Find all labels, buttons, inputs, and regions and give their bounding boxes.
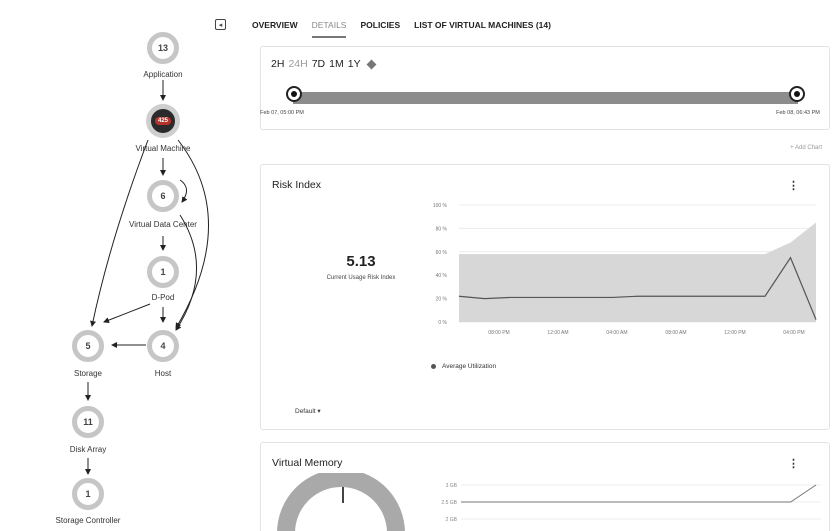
range-7d[interactable]: 7D: [312, 58, 325, 70]
risk-chart-y-axis: 100 % 80 % 60 % 40 % 20 % 0 %: [433, 203, 448, 326]
risk-capacity-band: [459, 222, 816, 322]
range-1m[interactable]: 1M: [329, 58, 344, 70]
virtual-memory-line: [461, 484, 817, 503]
time-start-label: Feb 07, 05:00 PM: [260, 110, 304, 116]
virtual-data-center-node[interactable]: 6: [147, 180, 179, 212]
virtual-machine-label: Virtual Machine: [135, 144, 191, 153]
virtual-memory-donut: [277, 473, 405, 531]
storage-controller-label: Storage Controller: [55, 516, 121, 525]
host-node[interactable]: 4: [147, 330, 179, 362]
virtual-memory-title: Virtual Memory: [272, 457, 343, 469]
risk-chart-x-axis: 08:00 PM 12:00 AM 04:00 AM 08:00 AM 12:00 PM…: [488, 330, 804, 336]
host-count: 4: [160, 341, 166, 351]
y-tick-label: 3 GB: [446, 483, 458, 489]
tab-list-of-virtual-machines[interactable]: LIST OF VIRTUAL MACHINES (14): [414, 20, 551, 38]
chevron-left-icon: ◂: [218, 21, 223, 29]
disk-array-label: Disk Array: [69, 445, 107, 454]
y-tick-label: 40 %: [436, 273, 448, 279]
time-range-selector: 2H 24H 7D 1M 1Y: [271, 58, 377, 70]
y-tick-label: 2 GB: [446, 517, 458, 523]
virtual-memory-card: Virtual Memory ⋮ 3 GB 2.5 GB 2 GB: [260, 442, 830, 531]
time-end-label: Feb 08, 06:43 PM: [776, 110, 820, 116]
kebab-icon[interactable]: ⋮: [788, 179, 799, 192]
storage-controller-node[interactable]: 1: [72, 478, 104, 510]
legend-average-utilization: Average Utilization: [442, 363, 497, 370]
disk-array-node[interactable]: 11: [72, 406, 104, 438]
default-dropdown[interactable]: Default ▾: [295, 407, 321, 415]
kebab-icon[interactable]: ⋮: [788, 457, 799, 470]
custom-range-icon[interactable]: [366, 59, 377, 69]
x-tick-label: 12:00 AM: [547, 330, 568, 336]
risk-index-card: Risk Index ⋮ 5.13 Current Usage Risk Ind…: [260, 164, 830, 430]
x-tick-label: 04:00 AM: [606, 330, 627, 336]
d-pod-node[interactable]: 1: [147, 256, 179, 288]
storage-node[interactable]: 5: [72, 330, 104, 362]
x-tick-label: 08:00 PM: [488, 330, 509, 336]
y-tick-label: 2.5 GB: [441, 500, 457, 506]
time-slider-track[interactable]: [293, 92, 798, 104]
range-2h[interactable]: 2H: [271, 58, 284, 70]
x-tick-label: 04:00 PM: [783, 330, 804, 336]
y-tick-label: 0 %: [438, 320, 447, 326]
d-pod-label: D-Pod: [151, 293, 175, 302]
tab-overview[interactable]: OVERVIEW: [252, 20, 298, 38]
d-pod-count: 1: [160, 267, 166, 277]
legend-dot-icon: [431, 364, 436, 369]
virtual-memory-y-axis: 3 GB 2.5 GB 2 GB: [441, 483, 821, 523]
virtual-memory-chart: 3 GB 2.5 GB 2 GB: [277, 473, 821, 531]
virtual-data-center-label: Virtual Data Center: [129, 220, 197, 229]
range-1y[interactable]: 1Y: [348, 58, 361, 70]
x-tick-label: 12:00 PM: [724, 330, 745, 336]
time-slider-start-handle[interactable]: [286, 86, 302, 102]
range-24h[interactable]: 24H: [288, 58, 307, 70]
risk-index-title: Risk Index: [272, 179, 322, 191]
time-slider-end-handle[interactable]: [789, 86, 805, 102]
risk-index-chart: 100 % 80 % 60 % 40 % 20 % 0 % 08:00 PM 12:00 A…: [433, 203, 817, 336]
detail-tabs: OVERVIEW DETAILS POLICIES LIST OF VIRTUA…: [252, 20, 565, 38]
virtual-machine-node[interactable]: 425: [146, 104, 180, 138]
application-count: 13: [157, 43, 168, 53]
application-label: Application: [143, 70, 183, 79]
tab-policies[interactable]: POLICIES: [360, 20, 400, 38]
application-node[interactable]: 13: [147, 32, 179, 64]
host-label: Host: [154, 369, 172, 378]
virtual-data-center-count: 6: [160, 191, 166, 201]
tab-details[interactable]: DETAILS: [311, 20, 347, 38]
storage-count: 5: [85, 341, 91, 351]
y-tick-label: 20 %: [436, 297, 448, 303]
time-range-card: 2H 24H 7D 1M 1Y Feb 07, 05:00 PM Feb 08,…: [260, 46, 830, 130]
risk-index-value: 5.13: [346, 253, 376, 270]
disk-array-count: 11: [83, 417, 93, 427]
storage-controller-count: 1: [85, 489, 91, 499]
collapse-panel-button[interactable]: ◂: [215, 19, 226, 30]
y-tick-label: 80 %: [436, 226, 448, 232]
x-tick-label: 08:00 AM: [665, 330, 686, 336]
y-tick-label: 100 %: [433, 203, 448, 209]
add-chart-button[interactable]: + Add Chart: [790, 145, 822, 151]
virtual-machine-count: 425: [154, 117, 171, 125]
y-tick-label: 60 %: [436, 250, 448, 256]
supply-chain-panel: 13 Application 425 Virtual Machine 6 Vir…: [0, 0, 245, 531]
risk-chart-legend: Average Utilization: [431, 363, 496, 370]
